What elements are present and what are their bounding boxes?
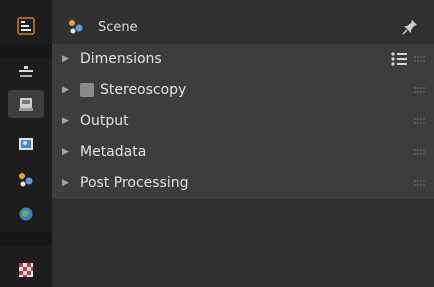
collapse-triangle-icon: ▶ <box>62 147 69 157</box>
tool-icon <box>17 17 35 35</box>
panel-header: Scene <box>52 10 434 44</box>
render-icon <box>19 66 33 77</box>
section-label: Post Processing <box>80 175 189 191</box>
panel-empty-area <box>52 199 434 287</box>
stereoscopy-checkbox[interactable] <box>80 83 94 97</box>
scene-icon <box>19 173 33 187</box>
world-icon <box>19 207 33 221</box>
properties-editor: Scene ▶ Dimensions ▶ Stereoscopy ▶ Outpu… <box>0 0 434 287</box>
section-label: Stereoscopy <box>100 82 187 98</box>
section-output[interactable]: ▶ Output <box>52 106 434 136</box>
tab-render[interactable] <box>8 58 44 86</box>
section-label: Metadata <box>80 144 147 160</box>
section-metadata[interactable]: ▶ Metadata <box>52 137 434 167</box>
section-label: Output <box>80 113 129 129</box>
tab-texture[interactable] <box>8 256 44 284</box>
properties-tab-strip <box>0 0 52 287</box>
tab-scene[interactable] <box>8 166 44 194</box>
collapse-triangle-icon: ▶ <box>62 85 69 95</box>
pin-icon[interactable] <box>400 17 420 37</box>
scene-context-icon <box>66 17 86 37</box>
tab-output[interactable] <box>8 90 44 118</box>
presets-list-icon[interactable] <box>390 51 408 67</box>
tab-tool[interactable] <box>8 12 44 40</box>
drag-handle-icon[interactable] <box>414 56 426 62</box>
properties-panel: Scene ▶ Dimensions ▶ Stereoscopy ▶ Outpu… <box>52 0 434 287</box>
collapse-triangle-icon: ▶ <box>62 178 69 188</box>
texture-icon <box>19 263 33 277</box>
context-title: Scene <box>98 19 138 35</box>
drag-handle-icon[interactable] <box>414 87 426 93</box>
section-label: Dimensions <box>80 51 162 67</box>
tab-world[interactable] <box>8 200 44 228</box>
tab-view-layer[interactable] <box>8 130 44 158</box>
drag-handle-icon[interactable] <box>414 180 426 186</box>
panel-sections: ▶ Dimensions ▶ Stereoscopy ▶ Output ▶ Me… <box>52 44 434 199</box>
drag-handle-icon[interactable] <box>414 118 426 124</box>
collapse-triangle-icon: ▶ <box>62 54 69 64</box>
drag-handle-icon[interactable] <box>414 149 426 155</box>
output-icon <box>19 98 33 111</box>
section-dimensions[interactable]: ▶ Dimensions <box>52 44 434 74</box>
view-layer-icon <box>19 138 33 150</box>
collapse-triangle-icon: ▶ <box>62 116 69 126</box>
section-stereoscopy[interactable]: ▶ Stereoscopy <box>52 75 434 105</box>
section-post-processing[interactable]: ▶ Post Processing <box>52 168 434 198</box>
